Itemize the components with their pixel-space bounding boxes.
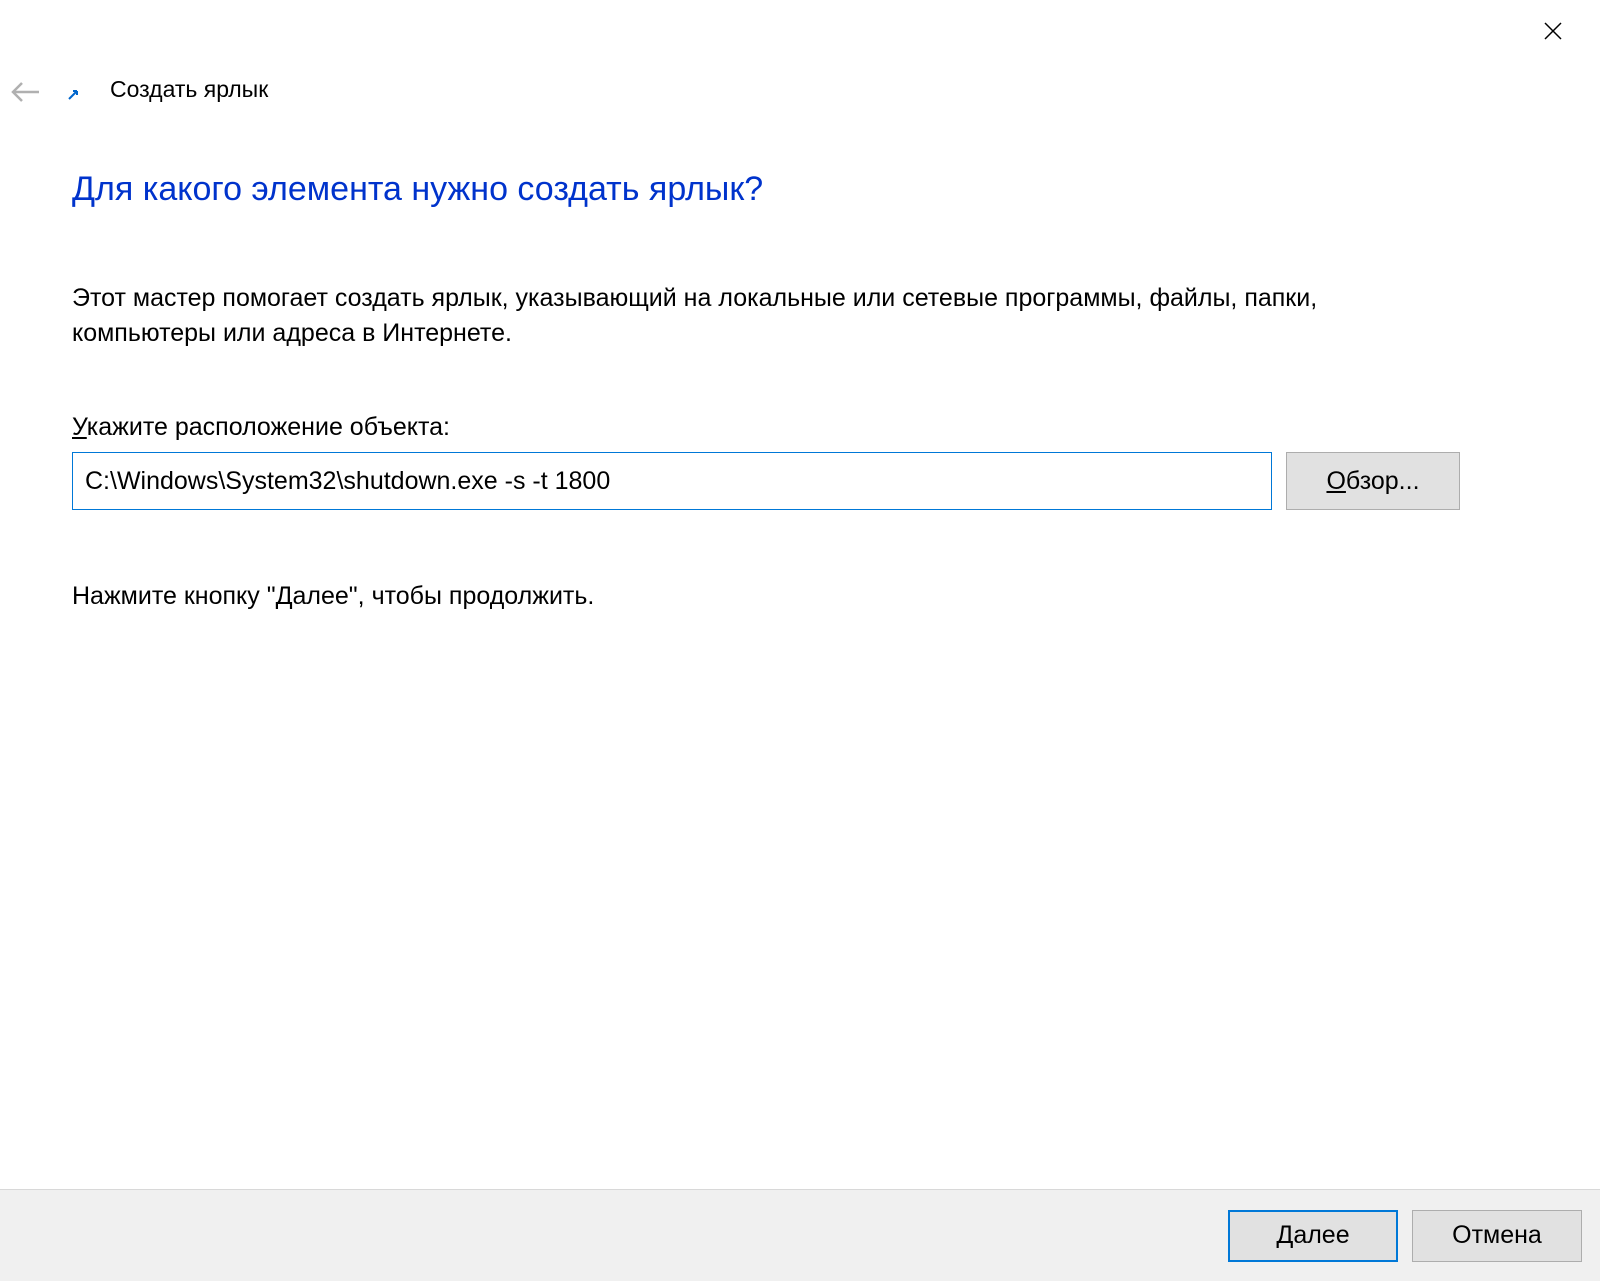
browse-button[interactable]: Обзор...	[1286, 452, 1460, 510]
cancel-button[interactable]: Отмена	[1412, 1210, 1582, 1262]
location-label-accel: У	[72, 413, 87, 441]
next-button[interactable]: Далее	[1228, 1210, 1398, 1262]
page-heading: Для какого элемента нужно создать ярлык?	[72, 170, 1460, 209]
main-content: Для какого элемента нужно создать ярлык?…	[72, 170, 1460, 611]
close-icon	[1544, 22, 1562, 40]
back-button[interactable]	[6, 72, 46, 112]
location-label: Укажите расположение объекта:	[72, 413, 1460, 442]
wizard-description: Этот мастер помогает создать ярлык, указ…	[72, 281, 1460, 351]
close-button[interactable]	[1540, 18, 1566, 44]
location-label-rest: кажите расположение объекта:	[87, 413, 450, 441]
next-rest: алее	[1293, 1221, 1349, 1249]
dialog-footer: Далее Отмена	[0, 1189, 1600, 1281]
next-accel: Д	[1276, 1221, 1293, 1249]
browse-rest: бзор...	[1346, 467, 1420, 495]
location-row: Обзор...	[72, 452, 1460, 510]
continue-hint: Нажмите кнопку "Далее", чтобы продолжить…	[72, 582, 1460, 611]
window-title: Создать ярлык	[110, 76, 268, 103]
shortcut-icon	[64, 84, 84, 104]
browse-accel: О	[1326, 467, 1345, 495]
location-input[interactable]	[72, 452, 1272, 510]
back-arrow-icon	[9, 75, 43, 109]
